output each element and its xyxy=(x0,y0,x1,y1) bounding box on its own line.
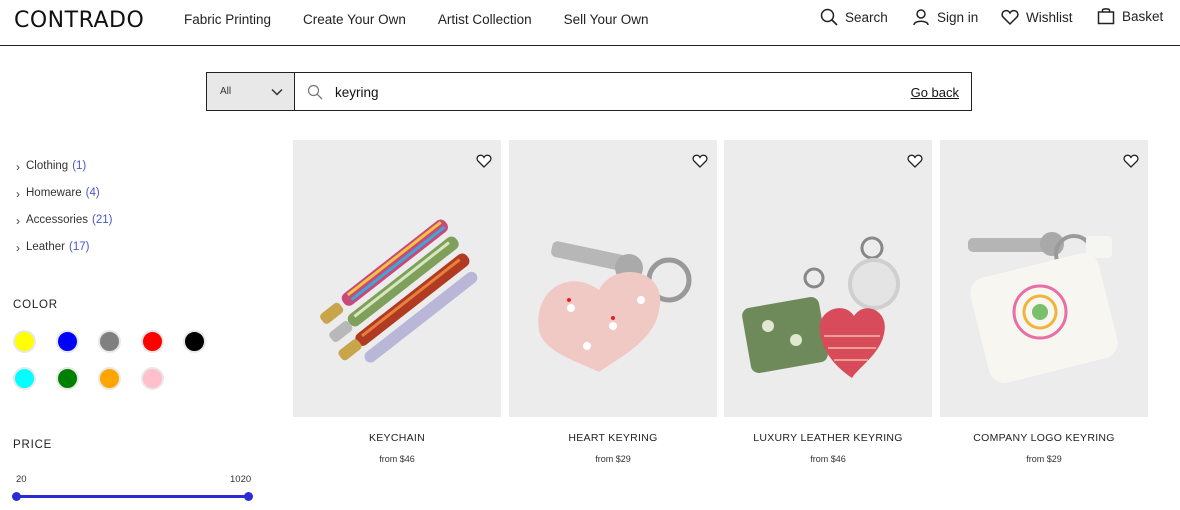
product-price: from $29 xyxy=(1026,454,1062,464)
product-price: from $29 xyxy=(595,454,631,464)
search-link[interactable]: Search xyxy=(820,8,888,26)
category-item-leather[interactable]: › Leather (17) xyxy=(16,241,112,268)
category-item-clothing[interactable]: › Clothing (1) xyxy=(16,160,112,187)
category-label: Clothing xyxy=(26,160,69,172)
basket-link[interactable]: Basket xyxy=(1097,7,1163,25)
color-swatch-blue[interactable] xyxy=(55,330,79,353)
chevron-right-icon: › xyxy=(16,160,20,174)
price-min-handle[interactable] xyxy=(12,492,21,501)
heart-icon[interactable] xyxy=(476,153,492,169)
search-input[interactable]: keyring Go back xyxy=(295,73,971,110)
price-min-label: 20 xyxy=(16,474,27,485)
heart-icon[interactable] xyxy=(692,153,708,169)
price-max-handle[interactable] xyxy=(244,492,253,501)
product-name[interactable]: COMPANY LOGO KEYRING xyxy=(940,432,1148,444)
chevron-right-icon: › xyxy=(16,241,20,255)
color-swatch-red[interactable] xyxy=(140,330,164,353)
category-list: › Clothing (1) › Homeware (4) › Accessor… xyxy=(16,160,112,268)
keychain-straps-illustration xyxy=(320,219,478,363)
main-nav: Fabric Printing Create Your Own Artist C… xyxy=(184,12,680,27)
search-scope-value: All xyxy=(220,86,232,97)
search-icon xyxy=(820,8,838,26)
site-logo[interactable]: CONTRADO xyxy=(14,8,144,33)
category-count: (21) xyxy=(92,214,113,226)
color-swatch-yellow[interactable] xyxy=(13,330,36,353)
heart-icon xyxy=(1001,9,1019,26)
nav-sell-your-own[interactable]: Sell Your Own xyxy=(564,12,649,27)
chevron-right-icon: › xyxy=(16,187,20,201)
product-card-luxury-leather-keyring[interactable]: LUXURY LEATHER KEYRING from $46 xyxy=(724,140,932,464)
sign-in-link[interactable]: Sign in xyxy=(912,8,978,26)
wishlist-link[interactable]: Wishlist xyxy=(1001,8,1073,26)
color-swatch-grey[interactable] xyxy=(98,330,121,353)
color-filter-title: COLOR xyxy=(13,299,58,311)
category-label: Accessories xyxy=(26,214,88,226)
nav-artist-collection[interactable]: Artist Collection xyxy=(438,12,532,27)
site-header: CONTRADO Fabric Printing Create Your Own… xyxy=(0,0,1180,46)
color-swatch-orange[interactable] xyxy=(98,367,121,390)
logo-keyring-image[interactable] xyxy=(940,140,1148,417)
product-name[interactable]: HEART KEYRING xyxy=(509,432,717,444)
nav-fabric-printing[interactable]: Fabric Printing xyxy=(184,12,271,27)
category-count: (17) xyxy=(69,241,90,253)
search-query-text: keyring xyxy=(335,85,379,100)
category-count: (1) xyxy=(72,160,87,172)
category-label: Leather xyxy=(26,241,66,253)
search-icon xyxy=(307,84,323,100)
chevron-down-icon xyxy=(271,88,283,96)
chevron-right-icon: › xyxy=(16,214,20,228)
color-swatch-green[interactable] xyxy=(55,367,79,390)
price-max-label: 1020 xyxy=(230,474,252,485)
user-icon xyxy=(913,9,929,26)
sign-in-label: Sign in xyxy=(937,9,979,25)
keychain-straps-image[interactable] xyxy=(293,140,501,417)
category-item-homeware[interactable]: › Homeware (4) xyxy=(16,187,112,214)
price-filter-title: PRICE xyxy=(13,439,53,451)
product-price: from $46 xyxy=(379,454,415,464)
product-card-keychain[interactable]: KEYCHAIN from $46 xyxy=(293,140,501,464)
product-name[interactable]: LUXURY LEATHER KEYRING xyxy=(724,432,932,444)
basket-icon xyxy=(1097,8,1115,25)
product-card-company-logo-keyring[interactable]: COMPANY LOGO KEYRING from $29 xyxy=(940,140,1148,464)
nav-create-your-own[interactable]: Create Your Own xyxy=(303,12,406,27)
logo-keyring-illustration xyxy=(968,232,1118,383)
search-bar: All keyring Go back xyxy=(206,72,972,111)
luxury-keyring-illustration xyxy=(742,236,900,378)
heart-keyring-image[interactable] xyxy=(509,140,717,417)
category-label: Homeware xyxy=(26,187,82,199)
search-link-label: Search xyxy=(845,9,888,25)
product-name[interactable]: KEYCHAIN xyxy=(293,432,501,444)
color-swatch-cyan[interactable] xyxy=(13,367,36,390)
basket-label: Basket xyxy=(1122,8,1164,24)
heart-keyring-illustration xyxy=(538,241,692,372)
category-count: (4) xyxy=(85,187,100,199)
search-scope-select[interactable]: All xyxy=(207,73,295,110)
color-swatch-pink[interactable] xyxy=(140,367,164,390)
heart-icon[interactable] xyxy=(907,153,923,169)
luxury-keyring-image[interactable] xyxy=(724,140,932,417)
wishlist-label: Wishlist xyxy=(1026,9,1073,25)
product-card-heart-keyring[interactable]: HEART KEYRING from $29 xyxy=(509,140,717,464)
color-swatch-black[interactable] xyxy=(183,330,206,353)
product-price: from $46 xyxy=(810,454,846,464)
color-swatches xyxy=(13,330,233,404)
heart-icon[interactable] xyxy=(1123,153,1139,169)
go-back-link[interactable]: Go back xyxy=(911,85,959,100)
price-range-track[interactable] xyxy=(16,495,249,498)
category-item-accessories[interactable]: › Accessories (21) xyxy=(16,214,112,241)
